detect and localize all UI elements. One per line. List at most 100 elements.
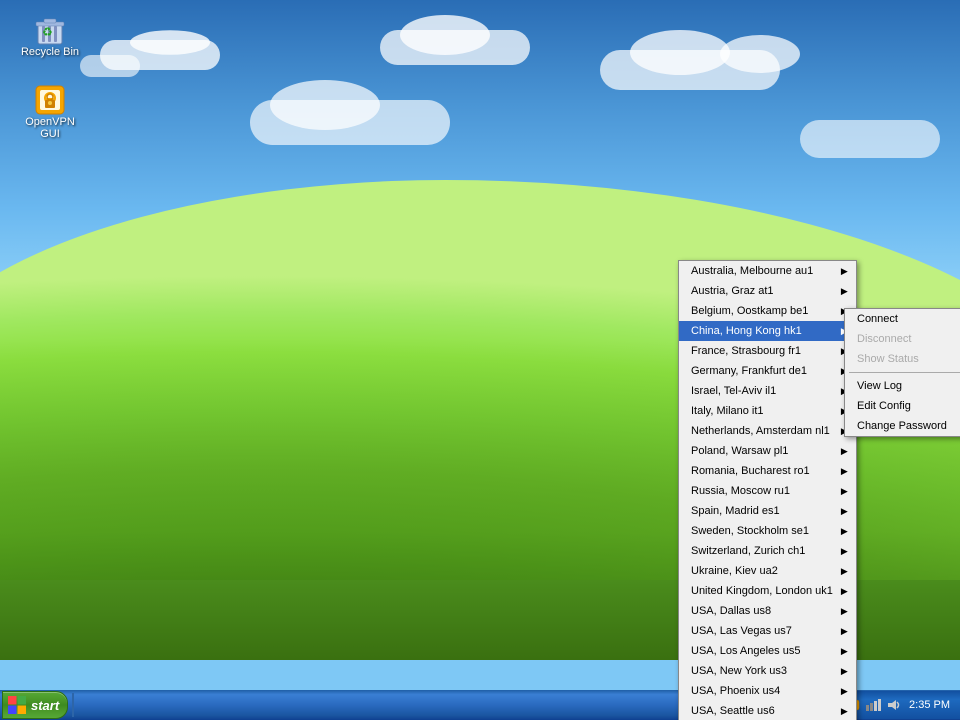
menu-item-label: USA, Las Vegas us7 <box>691 625 792 637</box>
submenu-arrow-icon: ▶ <box>841 646 848 657</box>
submenu-item-label: Change Password <box>857 420 947 432</box>
submenu-arrow-icon: ▶ <box>841 286 848 297</box>
sub-menu: Connect Disconnect Show Status View Log Edit… <box>844 308 960 437</box>
submenu-arrow-icon: ▶ <box>841 466 848 477</box>
menu-item-sweden[interactable]: Sweden, Stockholm se1 ▶ <box>679 521 856 541</box>
menu-item-label: Belgium, Oostkamp be1 <box>691 305 808 317</box>
menu-item-label: USA, Dallas us8 <box>691 605 771 617</box>
submenu-item-label: Edit Config <box>857 400 911 412</box>
clock: 2:35 PM <box>905 699 954 711</box>
submenu-arrow-icon: ▶ <box>841 666 848 677</box>
submenu-separator <box>849 372 960 373</box>
submenu-arrow-icon: ▶ <box>841 586 848 597</box>
menu-item-usa-ny[interactable]: USA, New York us3 ▶ <box>679 661 856 681</box>
menu-item-label: USA, Seattle us6 <box>691 705 775 717</box>
submenu-item-edit-config[interactable]: Edit Config <box>845 396 960 416</box>
menu-item-label: Poland, Warsaw pl1 <box>691 445 788 457</box>
submenu-arrow-icon: ▶ <box>841 266 848 277</box>
menu-item-russia[interactable]: Russia, Moscow ru1 ▶ <box>679 481 856 501</box>
submenu-item-label: View Log <box>857 380 902 392</box>
menu-item-label: Netherlands, Amsterdam nl1 <box>691 425 830 437</box>
openvpn-label: OpenVPN GUI <box>14 116 86 140</box>
menu-item-label: France, Strasbourg fr1 <box>691 345 801 357</box>
submenu-arrow-icon: ▶ <box>841 506 848 517</box>
menu-item-uk[interactable]: United Kingdom, London uk1 ▶ <box>679 581 856 601</box>
submenu-item-disconnect: Disconnect <box>845 329 960 349</box>
submenu-item-show-status: Show Status <box>845 349 960 369</box>
menu-item-label: Austria, Graz at1 <box>691 285 774 297</box>
recycle-bin-icon[interactable]: ♻ Recycle Bin <box>10 10 90 62</box>
menu-item-label: USA, Phoenix us4 <box>691 685 780 697</box>
submenu-arrow-icon: ▶ <box>841 546 848 557</box>
menu-item-label: United Kingdom, London uk1 <box>691 585 833 597</box>
menu-item-italy[interactable]: Italy, Milano it1▶ <box>679 401 856 421</box>
submenu-item-view-log[interactable]: View Log <box>845 376 960 396</box>
recycle-bin-label: Recycle Bin <box>21 46 79 58</box>
menu-item-label: China, Hong Kong hk1 <box>691 325 802 337</box>
submenu-item-label: Show Status <box>857 353 919 365</box>
submenu-arrow-icon: ▶ <box>841 606 848 617</box>
menu-item-switzerland[interactable]: Switzerland, Zurich ch1 ▶ <box>679 541 856 561</box>
menu-item-label: USA, Los Angeles us5 <box>691 645 800 657</box>
menu-item-usa-seattle[interactable]: USA, Seattle us6 ▶ <box>679 701 856 720</box>
menu-item-label: Australia, Melbourne au1 <box>691 265 813 277</box>
menu-item-israel[interactable]: Israel, Tel-Aviv il1▶ <box>679 381 856 401</box>
menu-item-poland[interactable]: Poland, Warsaw pl1 ▶ <box>679 441 856 461</box>
windows-logo <box>7 695 27 715</box>
menu-item-label: Spain, Madrid es1 <box>691 505 780 517</box>
menu-item-usa-dallas[interactable]: USA, Dallas us8 ▶ <box>679 601 856 621</box>
menu-item-netherlands[interactable]: Netherlands, Amsterdam nl1▶ <box>679 421 856 441</box>
desktop: ♻ Recycle Bin OpenVPN GUI Australia, Mel… <box>0 0 960 720</box>
cloud <box>800 120 940 158</box>
cloud <box>270 80 380 130</box>
cloud <box>630 30 730 75</box>
openvpn-image <box>34 84 66 116</box>
menu-item-ukraine[interactable]: Ukraine, Kiev ua2 ▶ <box>679 561 856 581</box>
start-label: start <box>31 698 59 713</box>
menu-item-spain[interactable]: Spain, Madrid es1 ▶ <box>679 501 856 521</box>
menu-item-label: Russia, Moscow ru1 <box>691 485 790 497</box>
submenu-arrow-icon: ▶ <box>841 566 848 577</box>
menu-item-austria[interactable]: Austria, Graz at1 ▶ <box>679 281 856 301</box>
tray-icon-volume[interactable] <box>885 697 901 713</box>
submenu-item-label: Disconnect <box>857 333 911 345</box>
menu-item-germany[interactable]: Germany, Frankfurt de1▶ <box>679 361 856 381</box>
menu-item-usa-lasvegas[interactable]: USA, Las Vegas us7 ▶ <box>679 621 856 641</box>
cloud <box>720 35 800 73</box>
submenu-arrow-icon: ▶ <box>841 706 848 717</box>
menu-item-label: Switzerland, Zurich ch1 <box>691 545 805 557</box>
submenu-arrow-icon: ▶ <box>841 446 848 457</box>
menu-item-label: Italy, Milano it1 <box>691 405 764 417</box>
menu-item-australia[interactable]: Australia, Melbourne au1 ▶ <box>679 261 856 281</box>
svg-text:♻: ♻ <box>42 25 53 39</box>
menu-item-label: Sweden, Stockholm se1 <box>691 525 809 537</box>
network-tray-icon <box>865 697 881 713</box>
openvpn-gui-icon[interactable]: OpenVPN GUI <box>10 80 90 144</box>
menu-item-belgium[interactable]: Belgium, Oostkamp be1▶ <box>679 301 856 321</box>
submenu-arrow-icon: ▶ <box>841 526 848 537</box>
volume-tray-icon <box>885 697 901 713</box>
menu-item-romania[interactable]: Romania, Bucharest ro1 ▶ <box>679 461 856 481</box>
taskbar-divider <box>72 693 74 717</box>
context-menu: Australia, Melbourne au1▶Austria, Graz a… <box>678 260 857 720</box>
submenu-item-change-password[interactable]: Change Password <box>845 416 960 436</box>
submenu-item-connect[interactable]: Connect <box>845 309 960 329</box>
menu-item-label: Germany, Frankfurt de1 <box>691 365 807 377</box>
submenu-arrow-icon: ▶ <box>841 486 848 497</box>
cloud <box>400 15 490 55</box>
submenu-arrow-icon: ▶ <box>841 686 848 697</box>
cloud <box>130 30 210 55</box>
menu-item-france[interactable]: France, Strasbourg fr1▶ <box>679 341 856 361</box>
menu-item-usa-phoenix[interactable]: USA, Phoenix us4 ▶ <box>679 681 856 701</box>
menu-item-usa-la[interactable]: USA, Los Angeles us5 ▶ <box>679 641 856 661</box>
start-button[interactable]: start <box>2 691 68 719</box>
recycle-bin-image: ♻ <box>34 14 66 46</box>
menu-item-label: Israel, Tel-Aviv il1 <box>691 385 776 397</box>
submenu-item-label: Connect <box>857 313 898 325</box>
menu-item-china[interactable]: China, Hong Kong hk1▶ <box>679 321 856 341</box>
menu-item-label: Romania, Bucharest ro1 <box>691 465 810 477</box>
tray-icon-network[interactable] <box>865 697 881 713</box>
menu-item-label: USA, New York us3 <box>691 665 787 677</box>
submenu-arrow-icon: ▶ <box>841 626 848 637</box>
menu-item-label: Ukraine, Kiev ua2 <box>691 565 778 577</box>
